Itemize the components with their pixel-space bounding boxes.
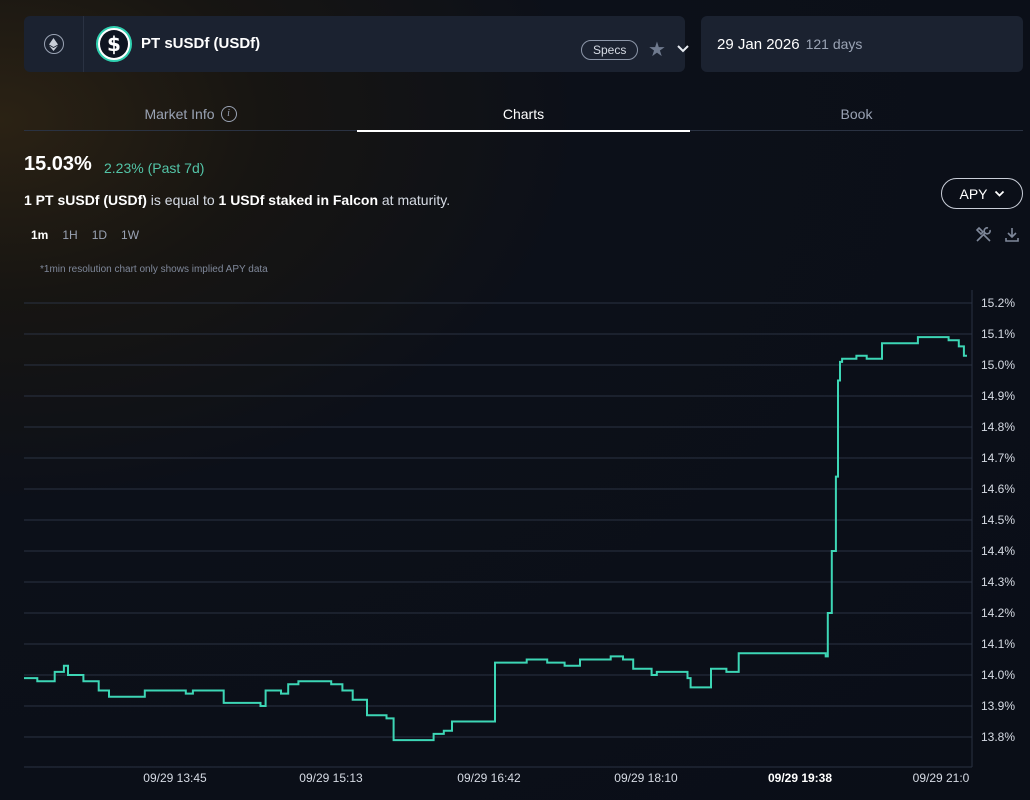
apy-series-line [24,336,967,742]
y-tick-label: 14.9% [981,389,1015,403]
y-tick-label: 15.1% [981,327,1015,341]
y-tick-label: 14.1% [981,637,1015,651]
x-tick-label: 09/29 21:0 [913,771,970,785]
y-tick-label: 15.0% [981,358,1015,372]
y-tick-label: 14.7% [981,451,1015,465]
y-tick-label: 15.2% [981,296,1015,310]
y-tick-label: 14.0% [981,668,1015,682]
y-tick-label: 14.3% [981,575,1015,589]
y-tick-label: 14.5% [981,513,1015,527]
x-tick-label: 09/29 15:13 [299,771,363,785]
y-tick-label: 14.2% [981,606,1015,620]
x-tick-label: 09/29 13:45 [143,771,207,785]
x-tick-label: 09/29 18:10 [614,771,678,785]
apy-chart[interactable]: 13.8% 13.9% 14.0% 14.1% 14.2% 14.3% 14.4% 14.5%… [0,0,1030,800]
x-tick-label: 09/29 16:42 [457,771,521,785]
y-tick-label: 13.8% [981,730,1015,744]
y-tick-label: 14.4% [981,544,1015,558]
y-tick-label: 14.8% [981,420,1015,434]
y-tick-label: 14.6% [981,482,1015,496]
y-tick-label: 13.9% [981,699,1015,713]
x-tick-label: 09/29 19:38 [768,771,832,785]
